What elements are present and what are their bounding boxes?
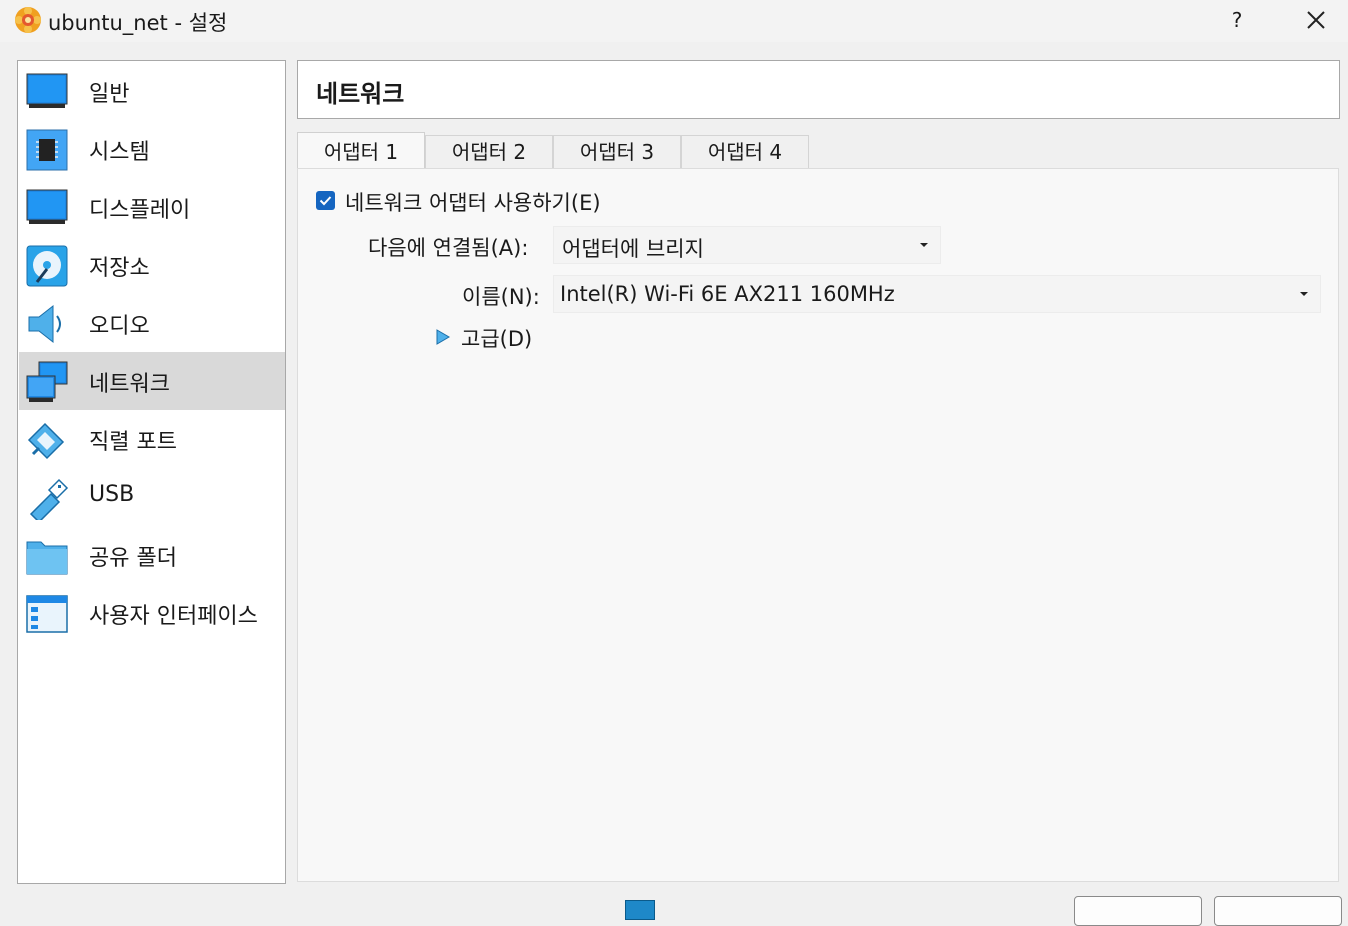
window-title: ubuntu_net - 설정: [48, 11, 228, 35]
network-icon: [26, 361, 68, 402]
adapter-panel: 네트워크 어댑터 사용하기(E) 다음에 연결됨(A): 어댑터에 브리지 이름…: [297, 168, 1339, 882]
close-icon[interactable]: [1300, 4, 1332, 36]
sidebar-item-label: 일반: [89, 82, 130, 107]
enable-adapter-checkbox[interactable]: [316, 191, 335, 210]
tab-adapter-3[interactable]: 어댑터 3: [553, 135, 681, 168]
warning-status-icon: [625, 900, 655, 920]
ok-button[interactable]: [1074, 896, 1202, 926]
system-icon: [26, 129, 68, 171]
sidebar-item-label: 디스플레이: [89, 198, 191, 223]
sidebar-item-label: 사용자 인터페이스: [89, 604, 258, 629]
sidebar-item-display[interactable]: 디스플레이: [19, 178, 285, 236]
sidebar-item-label: 직렬 포트: [89, 430, 177, 455]
sidebar-item-label: 네트워크: [89, 372, 170, 397]
sidebar-item-storage[interactable]: 저장소: [19, 236, 285, 294]
usb-icon: [29, 478, 69, 520]
help-button[interactable]: ?: [1226, 8, 1248, 32]
advanced-toggle-label[interactable]: 고급(D): [461, 323, 532, 353]
sidebar-item-serial-port[interactable]: 직렬 포트: [19, 410, 285, 468]
sidebar-item-label: 저장소: [89, 256, 150, 281]
sidebar-item-label: 오디오: [89, 314, 150, 339]
adapter-name-value: Intel(R) Wi-Fi 6E AX211 160MHz: [560, 282, 895, 306]
dropdown-arrow-icon: [920, 243, 928, 247]
sidebar-item-label: 공유 폴더: [89, 546, 177, 571]
audio-icon: [28, 304, 61, 344]
adapter-name-select[interactable]: Intel(R) Wi-Fi 6E AX211 160MHz: [553, 275, 1321, 313]
sidebar-item-usb[interactable]: USB: [19, 468, 285, 526]
dropdown-arrow-icon: [1300, 292, 1308, 296]
sidebar-item-shared-folder[interactable]: 공유 폴더: [19, 526, 285, 584]
checkmark-icon: [319, 196, 332, 206]
attached-to-select[interactable]: 어댑터에 브리지: [553, 226, 941, 264]
cancel-button[interactable]: [1214, 896, 1342, 926]
dialog-button-bar: [0, 884, 1348, 926]
enable-adapter-label[interactable]: 네트워크 어댑터 사용하기(E): [345, 187, 601, 217]
attached-to-label: 다음에 연결됨(A):: [368, 236, 529, 260]
virtualbox-app-icon: [15, 7, 41, 33]
tab-adapter-1[interactable]: 어댑터 1: [297, 132, 425, 169]
attached-to-value: 어댑터에 브리지: [562, 237, 704, 261]
shared-folder-icon: [26, 541, 68, 575]
sidebar-item-audio[interactable]: 오디오: [19, 294, 285, 352]
storage-icon: [26, 245, 68, 287]
page-header: 네트워크: [297, 60, 1340, 119]
sidebar-item-label: USB: [89, 482, 135, 507]
page-title: 네트워크: [316, 80, 405, 108]
sidebar-item-network[interactable]: 네트워크: [19, 352, 285, 410]
name-label: 이름(N):: [462, 285, 540, 309]
sidebar-item-label: 시스템: [89, 140, 150, 165]
sidebar-item-system[interactable]: 시스템: [19, 120, 285, 178]
sidebar-item-general[interactable]: 일반: [19, 62, 285, 120]
sidebar-item-user-interface[interactable]: 사용자 인터페이스: [19, 584, 285, 642]
general-icon: [26, 73, 68, 108]
display-icon: [26, 189, 68, 224]
settings-sidebar: 일반 시스템 디스플레이 저장소 오디오 네트워크 직렬 포트 USB 공유 폴…: [17, 60, 286, 884]
serial-port-icon: [27, 422, 65, 460]
tab-adapter-4[interactable]: 어댑터 4: [681, 135, 809, 168]
user-interface-icon: [26, 595, 68, 633]
expand-triangle-icon[interactable]: [436, 329, 450, 345]
title-bar: ubuntu_net - 설정 ?: [0, 0, 1348, 42]
tab-adapter-2[interactable]: 어댑터 2: [425, 135, 553, 168]
